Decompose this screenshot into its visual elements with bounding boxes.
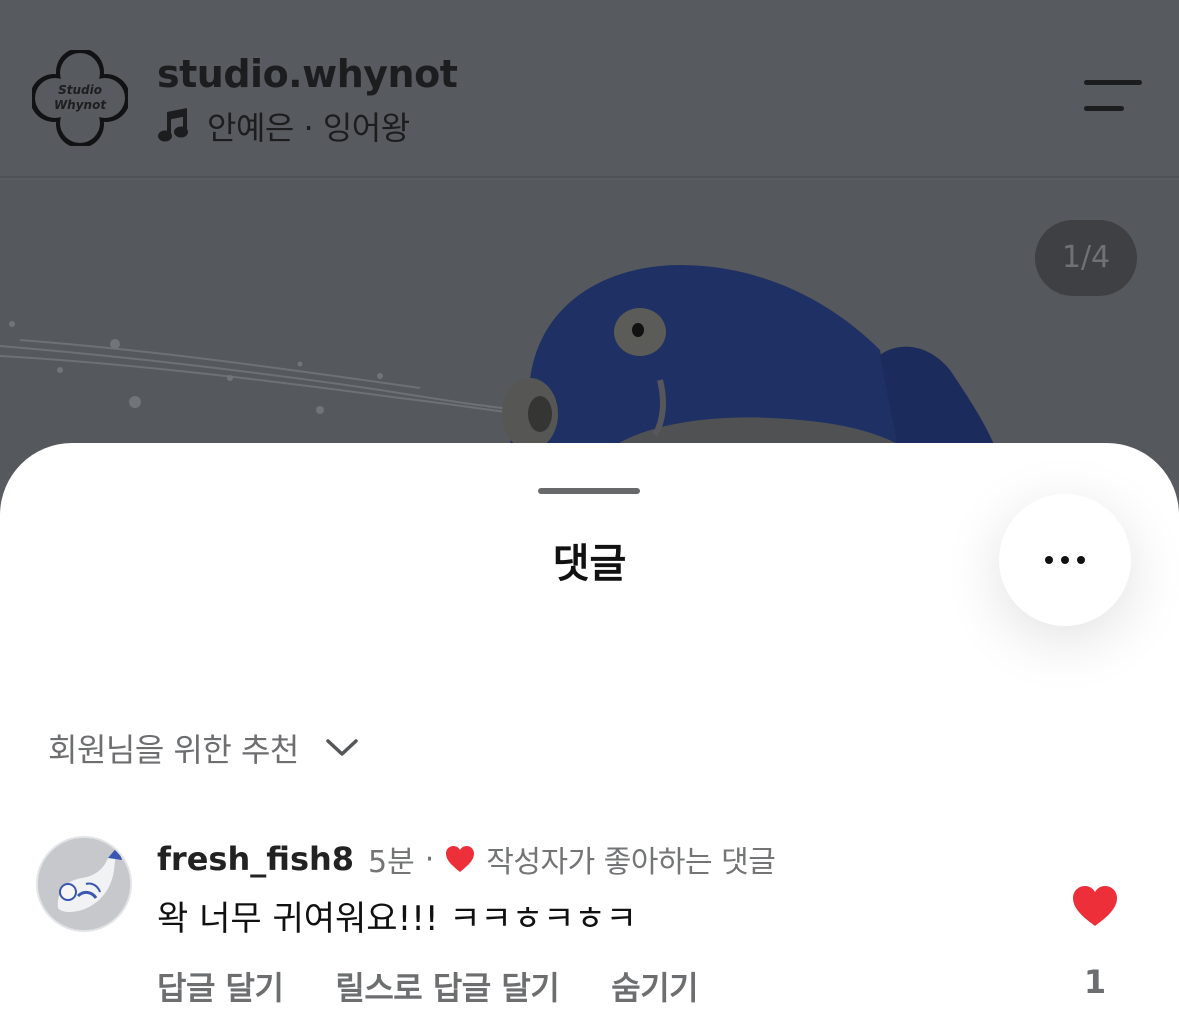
music-info[interactable]: 안예은 · 잉어왕 — [157, 104, 410, 148]
media-counter: 1/4 — [1035, 220, 1137, 296]
heart-like-icon[interactable] — [1070, 883, 1120, 929]
account-name[interactable]: studio.whynot — [157, 52, 458, 96]
more-options-icon-dot — [1061, 556, 1069, 564]
meta-separator: · — [424, 841, 435, 877]
more-options-icon — [1045, 556, 1053, 564]
comment-meta: fresh_fish8 5분 · 작성자가 좋아하는 댓글 — [157, 837, 776, 881]
comment-time: 5분 — [368, 845, 415, 880]
reply-with-reel-button[interactable]: 릴스로 답글 달기 — [335, 963, 559, 1009]
fish-avatar-image — [38, 838, 130, 930]
account-avatar[interactable]: Studio Whynot — [30, 48, 130, 148]
screen: Studio Whynot studio.whynot 안예은 · 잉어왕 1/… — [0, 0, 1179, 1019]
hamburger-menu-icon[interactable] — [1080, 78, 1144, 114]
comment-text: 왁 너무 귀여워요!!! ㅋㅋㅎㅋㅎㅋ — [157, 899, 637, 939]
music-note-icon — [158, 108, 188, 142]
like-count: 1 — [1083, 963, 1107, 1001]
logo-text: Studio Whynot — [53, 83, 107, 112]
more-options-icon-dot — [1077, 556, 1085, 564]
comment-item: fresh_fish8 5분 · 작성자가 좋아하는 댓글 왁 너무 귀여워요!… — [0, 833, 1179, 1019]
post-header: Studio Whynot studio.whynot 안예은 · 잉어왕 — [0, 0, 1179, 178]
commenter-avatar[interactable] — [36, 836, 132, 932]
comment-actions: 답글 달기 릴스로 답글 달기 숨기기 — [157, 963, 750, 1009]
reply-button[interactable]: 답글 달기 — [157, 963, 284, 1009]
music-title: 안예은 · 잉어왕 — [207, 109, 410, 147]
comment-username[interactable]: fresh_fish8 — [157, 840, 354, 878]
hide-button[interactable]: 숨기기 — [611, 963, 698, 1009]
sheet-grabber[interactable] — [538, 488, 640, 494]
chevron-down-icon — [326, 739, 358, 756]
fish-figurine-image — [0, 265, 1000, 460]
sort-dropdown[interactable]: 회원님을 위한 추천 — [48, 723, 359, 773]
author-liked-label: 작성자가 좋아하는 댓글 — [486, 845, 776, 880]
comments-sheet: 댓글 회원님을 위한 추천 fresh_fish8 5분 · 작성자가 좋아하는… — [0, 443, 1179, 1019]
sort-label: 회원님을 위한 추천 — [48, 731, 299, 769]
heart-filled-icon — [446, 846, 475, 872]
more-options-button[interactable] — [999, 494, 1131, 626]
